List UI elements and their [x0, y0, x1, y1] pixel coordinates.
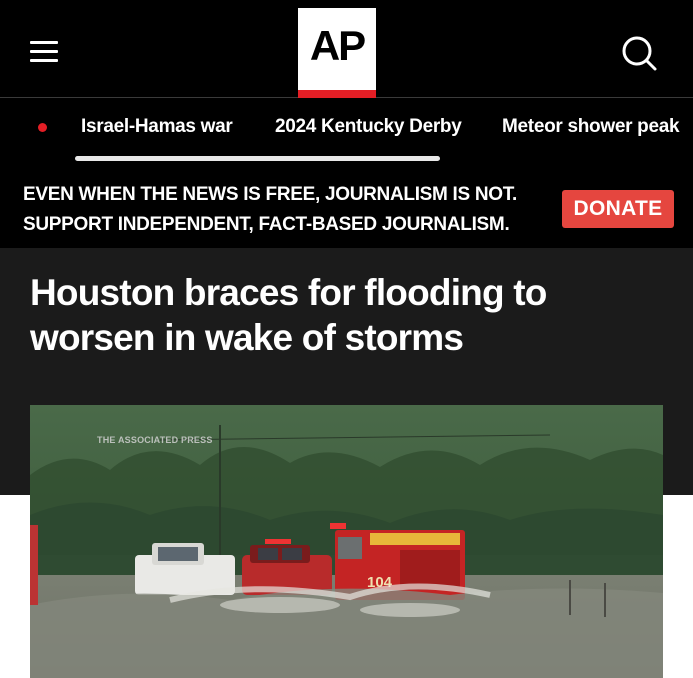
- logo-text: AP: [309, 22, 366, 69]
- article-headline: Houston braces for flooding to worsen in…: [30, 272, 547, 358]
- donate-banner: EVEN WHEN THE NEWS IS FREE, JOURNALISM I…: [0, 166, 693, 248]
- video-watermark: THE ASSOCIATED PRESS: [97, 435, 213, 445]
- hamburger-menu-icon[interactable]: [26, 34, 62, 70]
- flood-scene-image: 104: [30, 405, 663, 678]
- donate-line-2: SUPPORT INDEPENDENT, FACT-BASED JOURNALI…: [23, 214, 510, 235]
- donate-line-1: EVEN WHEN THE NEWS IS FREE, JOURNALISM I…: [23, 184, 517, 205]
- search-icon[interactable]: [620, 34, 658, 72]
- trending-item-kentucky-derby[interactable]: 2024 Kentucky Derby: [275, 116, 462, 138]
- donate-message: EVEN WHEN THE NEWS IS FREE, JOURNALISM I…: [23, 180, 517, 240]
- article-video[interactable]: 104 THE ASSOCIATED PRESS: [30, 405, 663, 678]
- logo-accent-bar: [298, 90, 376, 98]
- donate-button[interactable]: DONATE: [562, 190, 674, 228]
- trending-item-meteor-shower[interactable]: Meteor shower peak: [502, 116, 680, 138]
- trending-topics-bar: Israel-Hamas war 2024 Kentucky Derby Met…: [0, 98, 693, 166]
- trending-item-israel-hamas-war[interactable]: Israel-Hamas war: [81, 116, 233, 138]
- site-header: AP: [0, 0, 693, 98]
- ap-logo[interactable]: AP: [298, 8, 376, 98]
- live-dot-icon: [38, 123, 47, 132]
- trending-scrollbar[interactable]: [75, 156, 440, 161]
